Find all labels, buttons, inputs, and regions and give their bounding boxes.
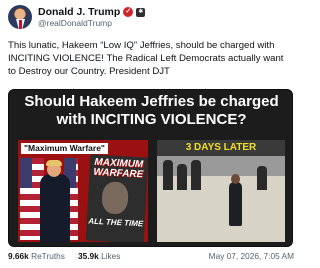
left-photo-panel: MAXIMUM WARFARE ALL THE TIME "Maximum Wa… — [18, 140, 148, 242]
poster-tagline: ALL THE TIME — [88, 216, 144, 229]
crowd-figure — [257, 166, 267, 190]
right-photo-panel: 3 DAYS LATER — [157, 140, 285, 242]
walking-figure-head — [231, 174, 240, 184]
poster-title: MAXIMUM WARFARE — [93, 156, 144, 181]
crowd-figure — [191, 160, 201, 190]
post-text: This lunatic, Hakeem “Low IQ” Jeffries, … — [8, 40, 284, 77]
speaker-hair — [46, 160, 62, 166]
retruths-label: ReTruths — [31, 251, 65, 261]
avatar-tie — [19, 20, 22, 29]
avatar[interactable] — [8, 5, 32, 29]
poster-face — [101, 181, 129, 215]
platform-icon: ✱ — [136, 7, 146, 17]
display-name[interactable]: Donald J. Trump — [38, 6, 120, 18]
speaker-figure — [40, 174, 70, 242]
post-timestamp[interactable]: May 07, 2026, 7:05 AM — [209, 251, 294, 261]
handle[interactable]: @realDonaldTrump — [38, 18, 112, 28]
crowd-figure — [177, 164, 187, 190]
left-panel-label: "Maximum Warfare" — [21, 143, 108, 154]
retruths-count: 9.66k — [8, 251, 29, 261]
post-footer: 9.66k ReTruths 35.9k Likes May 07, 2026,… — [8, 251, 294, 263]
post-header: Donald J. Trump ✓ ✱ @realDonaldTrump — [8, 5, 292, 29]
retruths-stat[interactable]: 9.66k ReTruths — [8, 251, 65, 261]
poster-image: MAXIMUM WARFARE ALL THE TIME — [85, 154, 148, 242]
check-badge-icon: ✓ — [123, 7, 134, 17]
right-panel-label: 3 DAYS LATER — [185, 142, 257, 153]
likes-count: 35.9k — [78, 251, 99, 261]
media-headline: Should Hakeem Jeffries be charged with I… — [24, 93, 279, 128]
likes-label: Likes — [101, 251, 121, 261]
walking-figure — [229, 182, 242, 226]
crowd-figure — [163, 160, 173, 190]
likes-stat[interactable]: 35.9k Likes — [78, 251, 120, 261]
media-card[interactable]: Should Hakeem Jeffries be charged with I… — [8, 89, 293, 247]
name-row: Donald J. Trump ✓ ✱ — [38, 6, 146, 18]
